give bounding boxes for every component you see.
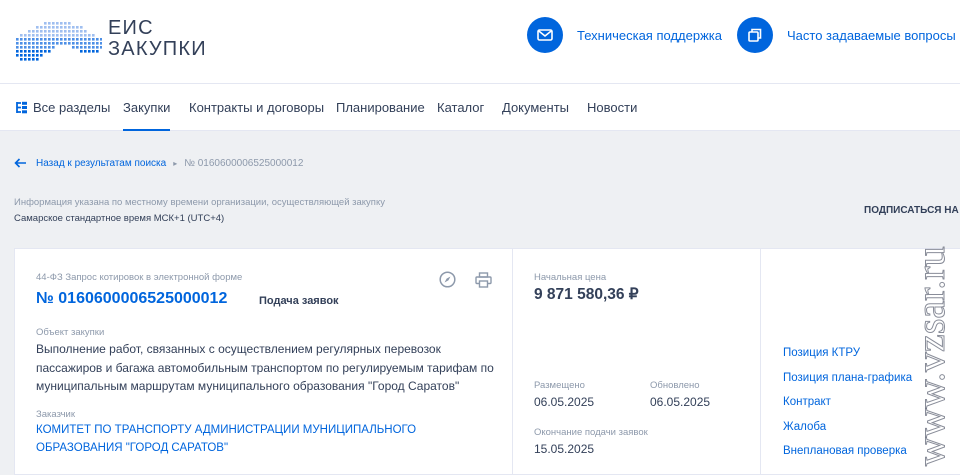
breadcrumb: Назад к результатам поиска ▸ № 016060000… — [14, 155, 303, 171]
printer-icon[interactable] — [474, 270, 493, 289]
windows-icon — [737, 17, 773, 53]
timezone-note: Информация указана по местному времени о… — [14, 197, 385, 208]
nav-all-sections-label: Все разделы — [33, 100, 111, 115]
sections-icon — [16, 101, 27, 114]
card-links-column: Позиция КТРУ Позиция плана-графика Контр… — [761, 249, 960, 475]
top-header: ЕИС ЗАКУПКИ Техническая поддержка Часто … — [0, 0, 960, 84]
nav-documents[interactable]: Документы — [502, 84, 569, 131]
related-links: Позиция КТРУ Позиция плана-графика Контр… — [783, 341, 912, 464]
main-nav: Все разделы Закупки Контракты и договоры… — [0, 84, 960, 131]
placed-value: 06.05.2025 — [534, 395, 595, 409]
russia-map-dots-icon — [16, 22, 102, 61]
price-value: 9 871 580,36 ₽ — [534, 286, 639, 303]
plan-schedule-link[interactable]: Позиция плана-графика — [783, 366, 912, 391]
eis-logo[interactable]: ЕИС ЗАКУПКИ — [14, 16, 206, 62]
back-to-results-link[interactable]: Назад к результатам поиска — [14, 158, 166, 169]
nav-all-sections[interactable]: Все разделы — [16, 84, 110, 131]
customer-label: Заказчик — [36, 409, 76, 420]
status-badge: Подача заявок — [259, 295, 339, 307]
object-label: Объект закупки — [36, 327, 105, 338]
updated-label: Обновлено — [650, 380, 700, 391]
faq-label: Часто задаваемые вопросы — [787, 27, 956, 43]
card-price-column: Начальная цена 9 871 580,36 ₽ Размещено … — [513, 249, 761, 475]
breadcrumb-separator-icon: ▸ — [173, 158, 178, 168]
law-type: 44-ФЗ Запрос котировок в электронной фор… — [36, 272, 243, 283]
placed-label: Размещено — [534, 380, 585, 391]
deadline-value: 15.05.2025 — [534, 442, 595, 456]
card-main-column: 44-ФЗ Запрос котировок в электронной фор… — [15, 249, 513, 475]
nav-planning[interactable]: Планирование — [336, 84, 425, 131]
updated-value: 06.05.2025 — [650, 395, 711, 409]
price-label: Начальная цена — [534, 272, 607, 283]
nav-contracts[interactable]: Контракты и договоры — [189, 84, 324, 131]
ktru-position-link[interactable]: Позиция КТРУ — [783, 341, 912, 366]
procurement-card: 44-ФЗ Запрос котировок в электронной фор… — [14, 248, 960, 475]
contract-link[interactable]: Контракт — [783, 390, 912, 415]
customer-link[interactable]: КОМИТЕТ ПО ТРАНСПОРТУ АДМИНИСТРАЦИИ МУНИ… — [36, 421, 446, 457]
nav-news[interactable]: Новости — [587, 84, 637, 131]
nav-purchases[interactable]: Закупки — [123, 84, 171, 131]
logo-text-line1: ЕИС — [108, 17, 154, 39]
breadcrumb-current: № 0160600006525000012 — [184, 157, 304, 169]
subscribe-button[interactable]: ПОДПИСАТЬСЯ НА — [864, 205, 960, 216]
compass-icon[interactable] — [438, 270, 457, 289]
deadline-label: Окончание подачи заявок — [534, 427, 648, 438]
complaint-link[interactable]: Жалоба — [783, 415, 912, 440]
inspection-link[interactable]: Внеплановая проверка — [783, 439, 912, 464]
tech-support-button[interactable]: Техническая поддержка — [527, 17, 722, 53]
object-text: Выполнение работ, связанных с осуществле… — [36, 342, 494, 393]
registry-number-link[interactable]: № 0160600006525000012 — [36, 290, 227, 308]
logo-text: ЕИС ЗАКУПКИ — [108, 18, 207, 60]
back-to-results-label: Назад к результатам поиска — [36, 157, 167, 169]
logo-text-line2: ЗАКУПКИ — [108, 38, 207, 60]
tech-support-label: Техническая поддержка — [577, 27, 722, 43]
card-actions — [438, 270, 493, 289]
arrow-left-icon — [14, 158, 26, 168]
envelope-icon — [527, 17, 563, 53]
nav-catalog[interactable]: Каталог — [437, 84, 484, 131]
faq-button[interactable]: Часто задаваемые вопросы — [737, 17, 956, 53]
timezone-value: Самарское стандартное время МСК+1 (UTC+4… — [14, 213, 225, 224]
